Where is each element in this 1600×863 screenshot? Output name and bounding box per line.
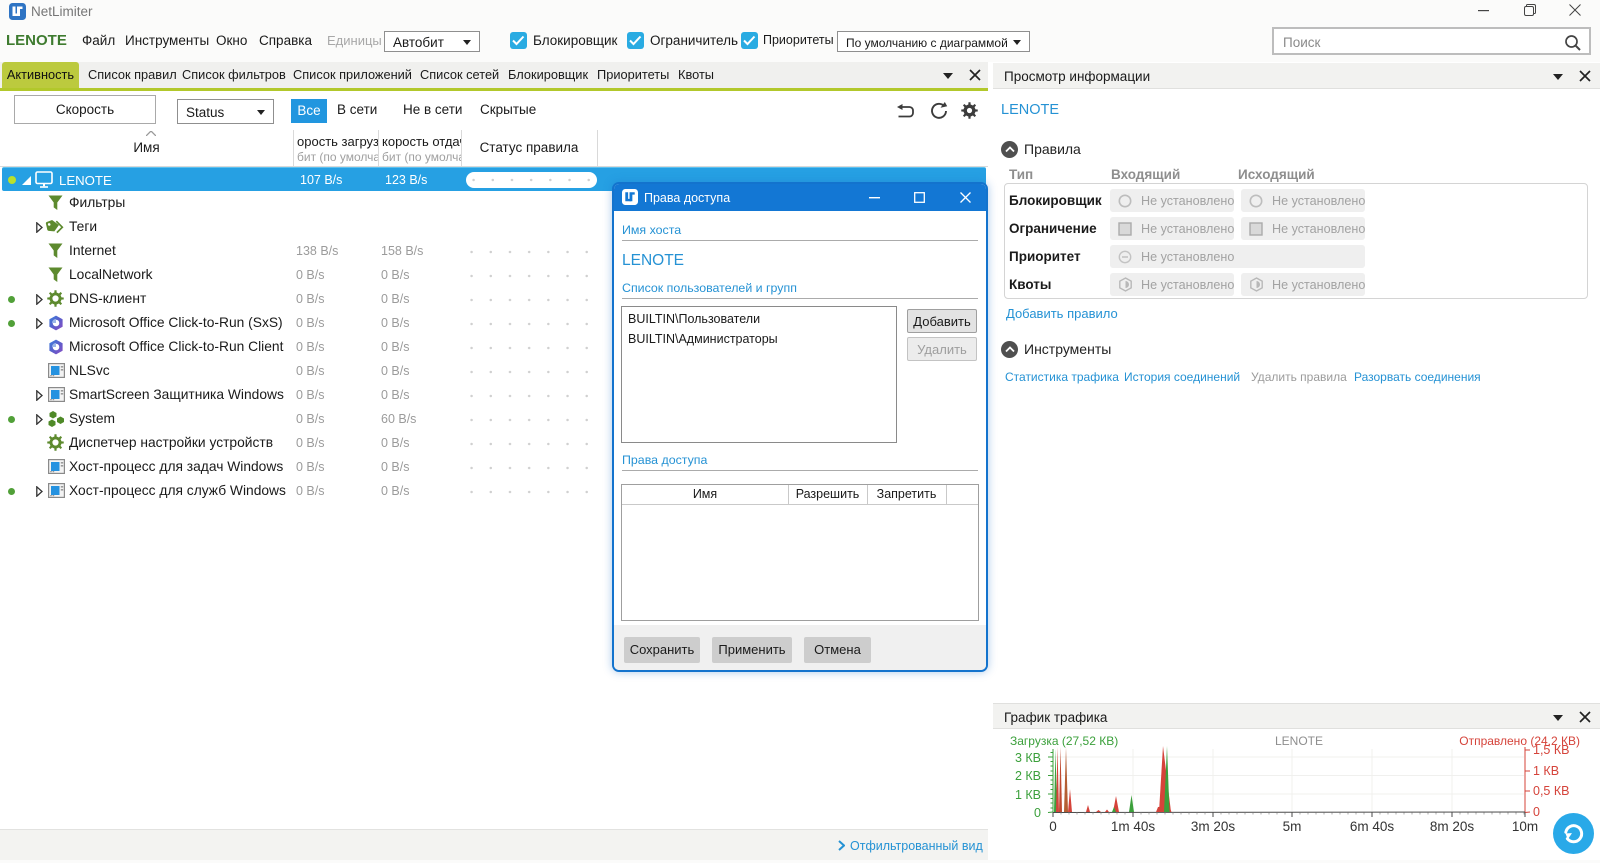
- svg-text:0: 0: [1034, 806, 1041, 820]
- svg-text:10m: 10m: [1512, 819, 1538, 834]
- svg-text:1,5 КВ: 1,5 КВ: [1533, 745, 1569, 757]
- svg-text:6m 40s: 6m 40s: [1350, 819, 1395, 834]
- svg-text:1 КВ: 1 КВ: [1015, 788, 1041, 802]
- svg-text:0: 0: [1049, 819, 1057, 834]
- svg-text:3m 20s: 3m 20s: [1191, 819, 1236, 834]
- svg-text:1m 40s: 1m 40s: [1111, 819, 1156, 834]
- svg-text:1 КВ: 1 КВ: [1533, 764, 1559, 778]
- svg-text:2 КВ: 2 КВ: [1015, 769, 1041, 783]
- svg-text:0: 0: [1533, 805, 1540, 819]
- svg-text:0,5 КВ: 0,5 КВ: [1533, 784, 1569, 798]
- svg-text:5m: 5m: [1283, 819, 1302, 834]
- svg-text:3 КВ: 3 КВ: [1015, 751, 1041, 765]
- svg-text:8m 20s: 8m 20s: [1430, 819, 1475, 834]
